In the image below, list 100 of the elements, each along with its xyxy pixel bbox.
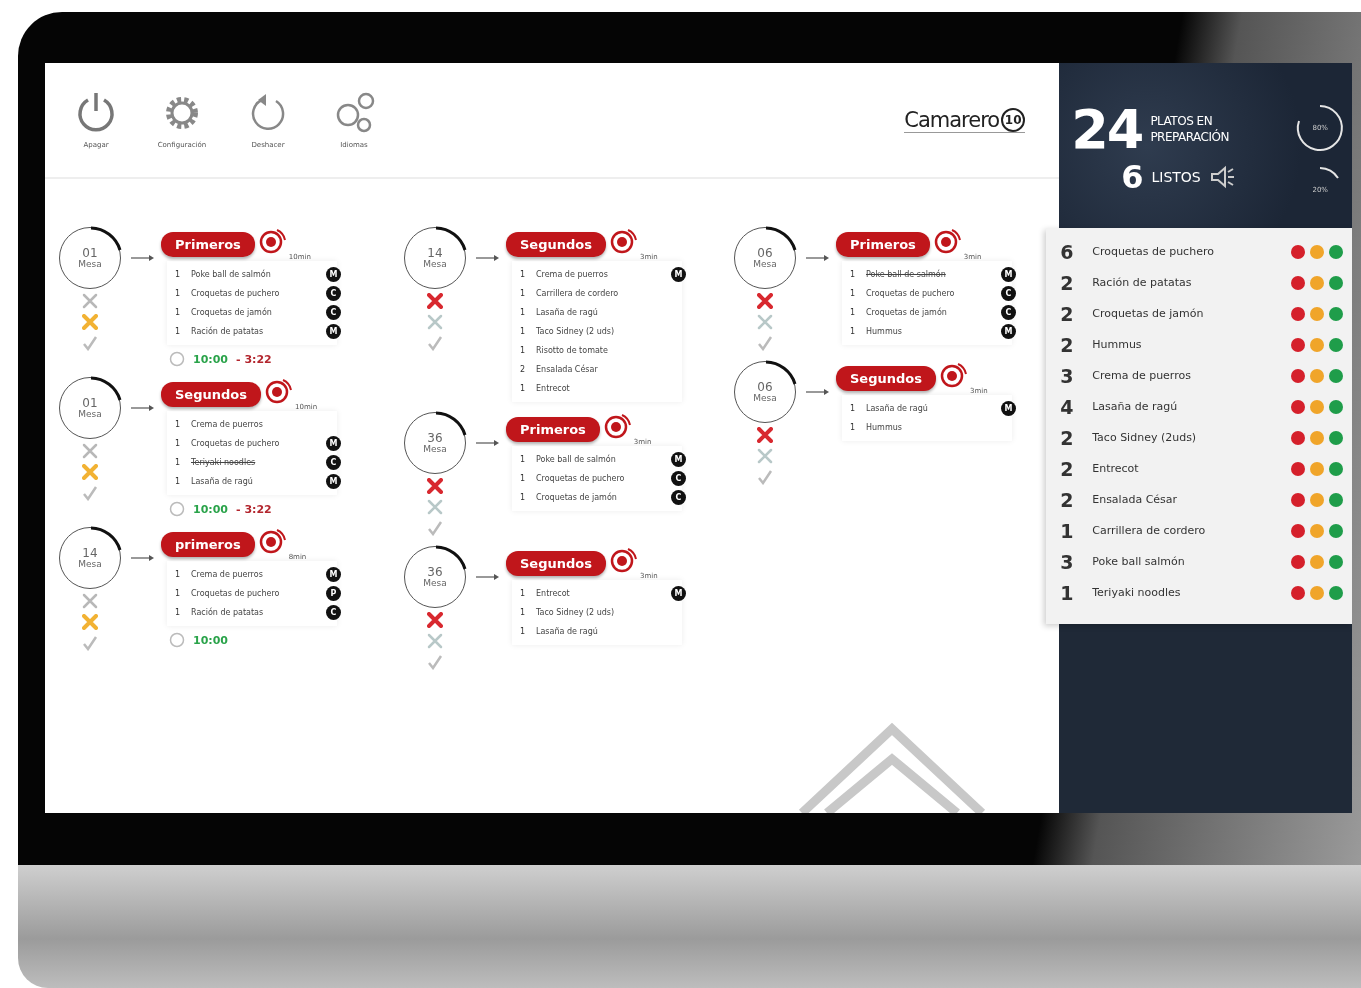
- traffic-light-icon[interactable]: [1290, 491, 1344, 508]
- item-name: Croquetas de puchero: [191, 439, 281, 448]
- dish-name: Crema de puerros: [1092, 369, 1192, 382]
- traffic-light-icon[interactable]: [1290, 274, 1344, 291]
- traffic-light-icon[interactable]: [1290, 398, 1344, 415]
- check-icon[interactable]: [757, 469, 773, 485]
- table-label: Mesa: [78, 559, 102, 569]
- item-quantity: 1: [175, 420, 181, 429]
- course-label[interactable]: Primeros: [161, 232, 255, 257]
- cross-icon[interactable]: [427, 612, 443, 628]
- arrow-icon: [476, 438, 500, 448]
- item-quantity: 1: [520, 270, 526, 279]
- table-timer[interactable]: 06 Mesa: [734, 361, 796, 423]
- station-badge: M: [1001, 324, 1016, 339]
- dishes-in-progress-count: 24: [1071, 103, 1143, 157]
- station-badge: M: [671, 452, 686, 467]
- arrow-icon: [806, 253, 830, 263]
- item-name: Hummus: [866, 423, 903, 432]
- dish-quantity: 2: [1060, 457, 1075, 480]
- traffic-light-icon[interactable]: [1290, 584, 1344, 601]
- check-icon[interactable]: [757, 335, 773, 351]
- table-label: Mesa: [753, 259, 777, 269]
- dish-name: Taco Sidney (2uds): [1092, 431, 1198, 444]
- traffic-light-icon[interactable]: [1290, 522, 1344, 539]
- table-label: Mesa: [423, 259, 447, 269]
- item-name: Teriyaki noodles: [191, 458, 257, 467]
- arrow-icon: [476, 572, 500, 582]
- check-icon[interactable]: [427, 520, 443, 536]
- elapsed-time: - 3:22: [236, 352, 272, 366]
- station-badge: C: [326, 455, 341, 470]
- arrow-icon: [131, 253, 155, 263]
- item-quantity: 1: [175, 439, 181, 448]
- traffic-light-icon[interactable]: [1290, 305, 1344, 322]
- item-name: Ración de patatas: [191, 327, 265, 336]
- item-name: Poke ball de salmón: [191, 270, 272, 279]
- station-badge: C: [671, 471, 686, 486]
- course-label[interactable]: Segundos: [506, 232, 606, 257]
- arrow-icon: [476, 253, 500, 263]
- check-icon[interactable]: [427, 335, 443, 351]
- check-icon[interactable]: [82, 485, 98, 501]
- station-badge: C: [326, 305, 341, 320]
- item-quantity: 1: [520, 384, 526, 393]
- station-badge: C: [671, 490, 686, 505]
- traffic-light-icon[interactable]: [1290, 336, 1344, 353]
- table-number: 14: [427, 247, 443, 259]
- item-name: Hummus: [866, 327, 903, 336]
- course-label[interactable]: Primeros: [506, 417, 600, 442]
- traffic-light-icon[interactable]: [1290, 553, 1344, 570]
- table-number: 36: [427, 432, 443, 444]
- course-label[interactable]: primeros: [161, 532, 255, 557]
- table-timer[interactable]: 36 Mesa: [404, 546, 466, 608]
- speaker-icon[interactable]: [1208, 165, 1235, 189]
- cross-icon[interactable]: [757, 427, 773, 443]
- traffic-light-icon[interactable]: [1290, 429, 1344, 446]
- item-quantity: 1: [520, 474, 526, 483]
- table-timer[interactable]: 06 Mesa: [734, 227, 796, 289]
- course-label[interactable]: Primeros: [836, 232, 930, 257]
- table-timer[interactable]: 36 Mesa: [404, 412, 466, 474]
- course-label[interactable]: Segundos: [506, 551, 606, 576]
- dish-quantity: 1: [1060, 519, 1075, 542]
- station-badge: C: [1001, 305, 1016, 320]
- gauge-arc-icon: [1318, 166, 1341, 180]
- dish-name: Lasaña de ragú: [1092, 400, 1179, 413]
- station-badge: C: [326, 286, 341, 301]
- cross-icon[interactable]: [757, 293, 773, 309]
- check-icon[interactable]: [82, 335, 98, 351]
- traffic-light-icon[interactable]: [1290, 460, 1344, 477]
- item-quantity: 2: [520, 365, 526, 374]
- table-label: Mesa: [423, 578, 447, 588]
- dish-quantity: 3: [1060, 550, 1075, 573]
- item-name: Croquetas de puchero: [536, 474, 626, 483]
- table-number: 01: [82, 397, 98, 409]
- course-label[interactable]: Segundos: [161, 382, 261, 407]
- cross-icon[interactable]: [427, 478, 443, 494]
- arrow-icon: [131, 403, 155, 413]
- item-quantity: 1: [520, 493, 526, 502]
- table-number: 06: [757, 247, 773, 259]
- table-number: 06: [757, 381, 773, 393]
- elapsed-time: - 3:22: [236, 502, 272, 516]
- table-timer[interactable]: 14 Mesa: [59, 527, 121, 589]
- item-quantity: 1: [850, 404, 856, 413]
- dish-name: Ensalada César: [1092, 493, 1179, 506]
- table-timer[interactable]: 14 Mesa: [404, 227, 466, 289]
- item-quantity: 1: [175, 458, 181, 467]
- table-timer[interactable]: 01 Mesa: [59, 227, 121, 289]
- item-quantity: 1: [520, 608, 526, 617]
- traffic-light-icon[interactable]: [1290, 367, 1344, 384]
- item-name: Croquetas de puchero: [191, 289, 281, 298]
- course-label[interactable]: Segundos: [836, 366, 936, 391]
- dish-name: Carrillera de cordero: [1092, 524, 1207, 537]
- check-icon[interactable]: [82, 635, 98, 651]
- dish-name: Croquetas de jamón: [1092, 307, 1205, 320]
- item-name: Lasaña de ragú: [191, 477, 254, 486]
- check-icon[interactable]: [427, 654, 443, 670]
- item-name: Crema de puerros: [536, 270, 609, 279]
- cross-icon[interactable]: [427, 293, 443, 309]
- traffic-light-icon[interactable]: [1290, 243, 1344, 260]
- dish-name: Entrecot: [1092, 462, 1140, 475]
- table-timer[interactable]: 01 Mesa: [59, 377, 121, 439]
- table-label: Mesa: [423, 444, 447, 454]
